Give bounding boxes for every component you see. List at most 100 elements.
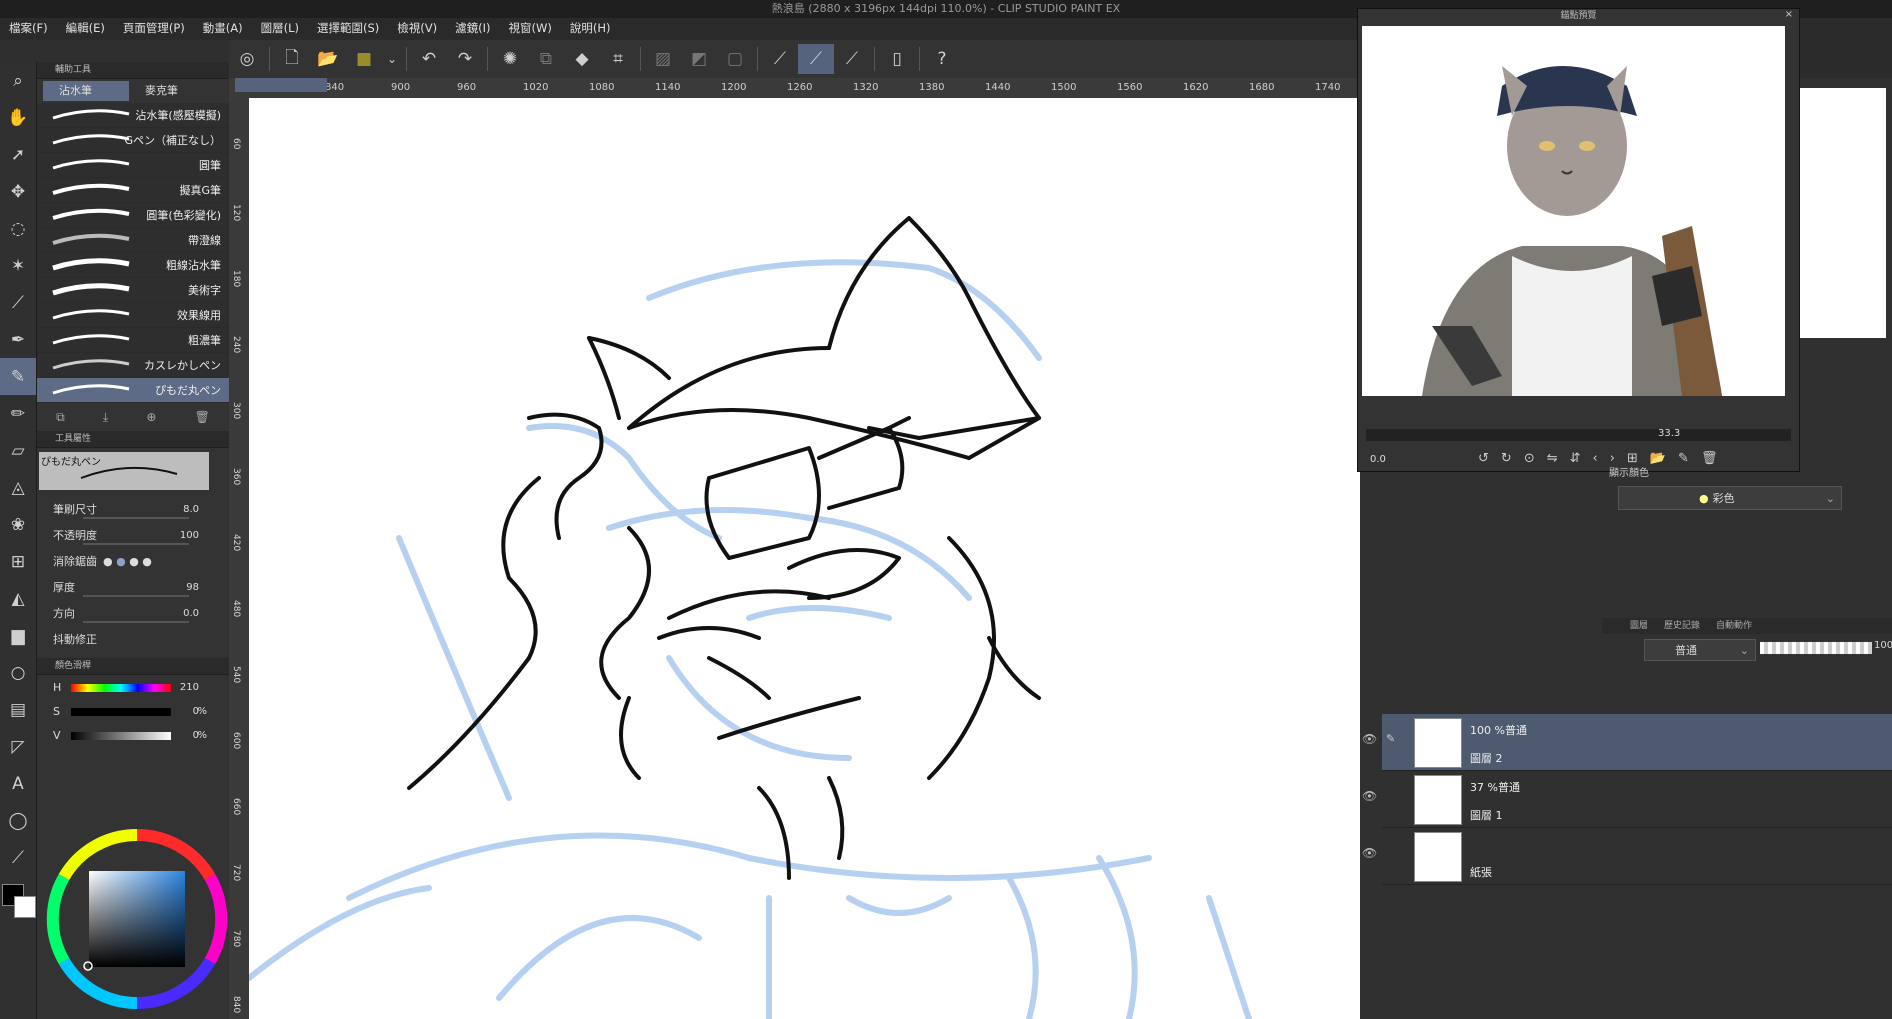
gradient-icon[interactable]: ▆ xyxy=(0,617,36,654)
brush-size-row[interactable]: 筆刷尺寸 8.0 xyxy=(37,496,229,522)
brush-item[interactable]: 美術字 xyxy=(37,278,229,303)
rotate-right-icon[interactable]: ↻ xyxy=(1501,451,1512,466)
brush-item[interactable]: 粗濃筆 xyxy=(37,328,229,353)
brush-item-active[interactable]: ぴもだ丸ペン xyxy=(37,378,229,403)
rotate-left-icon[interactable]: ↺ xyxy=(1478,451,1489,466)
saturation-slider[interactable]: S 0% xyxy=(37,699,229,723)
frame-icon[interactable]: ▤ xyxy=(0,691,36,728)
tab-layer[interactable]: 圖層 xyxy=(1630,618,1648,634)
transform-icon[interactable]: ⧉ xyxy=(528,44,564,74)
navigator-zoom-slider[interactable] xyxy=(1366,429,1791,441)
zoom-icon[interactable]: ⌕ xyxy=(0,62,36,99)
hand-icon[interactable]: ✋ xyxy=(0,99,36,136)
menu-filter[interactable]: 濾鏡(I) xyxy=(446,20,499,36)
brush-item[interactable]: 擬真G筆 xyxy=(37,178,229,203)
special-ruler-snap-icon[interactable]: ⟋ xyxy=(798,44,834,74)
grid-snap-icon[interactable]: ⟋ xyxy=(834,44,870,74)
folder-icon[interactable]: 📂 xyxy=(1650,451,1666,466)
menu-page[interactable]: 頁面管理(P) xyxy=(114,20,194,36)
invert-selection-icon[interactable]: ◩ xyxy=(681,44,717,74)
tab-auto-action[interactable]: 自動動作 xyxy=(1716,618,1752,634)
tab-marker[interactable]: 麥克筆 xyxy=(129,81,215,101)
value-slider[interactable]: V 0% xyxy=(37,723,229,747)
copy-subtool-icon[interactable]: ⧉ xyxy=(56,410,65,425)
balloon-icon[interactable]: ◯ xyxy=(0,802,36,839)
trash-icon[interactable]: 🗑 xyxy=(1701,451,1718,466)
tab-history[interactable]: 歷史記錄 xyxy=(1664,618,1700,634)
device-icon[interactable]: ▯ xyxy=(879,44,915,74)
correct-line-icon[interactable]: ⟋ xyxy=(0,839,36,876)
eraser-icon[interactable]: ▱ xyxy=(0,432,36,469)
text-icon[interactable]: A xyxy=(0,765,36,802)
pen-icon[interactable]: ✒ xyxy=(0,321,36,358)
brush-icon[interactable]: ✎ xyxy=(0,358,36,395)
eye-icon[interactable]: 👁 xyxy=(1362,732,1377,746)
grid-icon[interactable]: ⊞ xyxy=(0,543,36,580)
menu-selection[interactable]: 選擇範圍(S) xyxy=(308,20,388,36)
hue-slider[interactable]: H 210 xyxy=(37,675,229,699)
brush-item[interactable]: 帶澄線 xyxy=(37,228,229,253)
object-select-icon[interactable]: ➚ xyxy=(0,136,36,173)
close-icon[interactable]: × xyxy=(1785,9,1793,20)
navigator-preview[interactable] xyxy=(1362,26,1785,396)
magic-wand-icon[interactable]: ✶ xyxy=(0,247,36,284)
color-swatches[interactable] xyxy=(0,876,36,936)
menu-help[interactable]: 說明(H) xyxy=(561,20,620,36)
menu-edit[interactable]: 編輯(E) xyxy=(57,20,114,36)
fill-bucket-icon[interactable]: ◭ xyxy=(0,580,36,617)
brush-item[interactable]: Gペン（補正なし） xyxy=(37,128,229,153)
shape-icon[interactable]: ○ xyxy=(0,654,36,691)
brush-item[interactable]: 圓筆(色彩變化) xyxy=(37,203,229,228)
color-swatch-icon[interactable]: ■ xyxy=(346,44,382,74)
selection-border-icon[interactable]: ▢ xyxy=(717,44,753,74)
blend-icon[interactable]: ◬ xyxy=(0,469,36,506)
app-logo-icon[interactable]: ◎ xyxy=(229,44,265,74)
menu-file[interactable]: 檔案(F) xyxy=(0,20,57,36)
menu-view[interactable]: 檢視(V) xyxy=(388,20,446,36)
layer-row-paper[interactable]: 👁 紙張 xyxy=(1362,828,1892,885)
edit-icon[interactable]: ✎ xyxy=(1678,451,1689,466)
pencil-icon[interactable]: ✏ xyxy=(0,395,36,432)
ruler-snap-icon[interactable]: ⟋ xyxy=(762,44,798,74)
display-color-select[interactable]: ● 彩色 ⌄ xyxy=(1618,486,1842,510)
menu-layer[interactable]: 圖層(L) xyxy=(252,20,308,36)
eyedropper-icon[interactable]: ⟋ xyxy=(0,284,36,321)
tab-dip-pen[interactable]: 沾水筆 xyxy=(43,81,129,101)
brush-item[interactable]: 圓筆 xyxy=(37,153,229,178)
open-folder-icon[interactable]: 📂 xyxy=(310,44,346,74)
reset-rotation-icon[interactable]: ⊙ xyxy=(1524,451,1535,466)
brush-item[interactable]: 粗線沾水筆 xyxy=(37,253,229,278)
menu-window[interactable]: 視窗(W) xyxy=(500,20,561,36)
brush-item[interactable]: 沾水筆(感壓模擬) xyxy=(37,103,229,128)
lasso-icon[interactable]: ◌ xyxy=(0,210,36,247)
antialias-row[interactable]: 消除鋸齒 ● ● ● ● xyxy=(37,548,229,574)
chevron-down-icon[interactable]: ⌄ xyxy=(382,44,402,74)
flip-vertical-icon[interactable]: ⇵ xyxy=(1570,451,1581,466)
blend-mode-select[interactable]: 普通 ⌄ xyxy=(1644,639,1756,661)
duplicate-icon[interactable]: ⊕ xyxy=(146,410,156,424)
drawing-canvas[interactable] xyxy=(249,98,1360,1019)
color-wheel[interactable] xyxy=(44,826,230,1012)
layer-row-1[interactable]: 👁 37 %普通 圖層 1 xyxy=(1362,771,1892,828)
brush-item[interactable]: カスレかしペン xyxy=(37,353,229,378)
undo-icon[interactable]: ↶ xyxy=(411,44,447,74)
deselect-icon[interactable]: ▨ xyxy=(645,44,681,74)
opacity-row[interactable]: 不透明度 100 xyxy=(37,522,229,548)
ruler-icon[interactable]: ◸ xyxy=(0,728,36,765)
help-icon[interactable]: ? xyxy=(924,44,960,74)
new-file-icon[interactable]: 🗋 xyxy=(274,44,310,74)
thickness-row[interactable]: 厚度 98 xyxy=(37,574,229,600)
loading-icon[interactable]: ✺ xyxy=(492,44,528,74)
antialias-options[interactable]: ● ● ● ● xyxy=(103,555,152,568)
fill-icon[interactable]: ◆ xyxy=(564,44,600,74)
redo-icon[interactable]: ↷ xyxy=(447,44,483,74)
direction-row[interactable]: 方向 0.0 xyxy=(37,600,229,626)
canvas-tab[interactable] xyxy=(235,78,327,92)
decoration-icon[interactable]: ❀ xyxy=(0,506,36,543)
crop-icon[interactable]: ⌗ xyxy=(600,44,636,74)
brush-item[interactable]: 效果線用 xyxy=(37,303,229,328)
move-icon[interactable]: ✥ xyxy=(0,173,36,210)
flip-horizontal-icon[interactable]: ⇋ xyxy=(1547,451,1558,466)
eye-icon[interactable]: 👁 xyxy=(1362,789,1377,803)
eye-icon[interactable]: 👁 xyxy=(1362,846,1377,860)
